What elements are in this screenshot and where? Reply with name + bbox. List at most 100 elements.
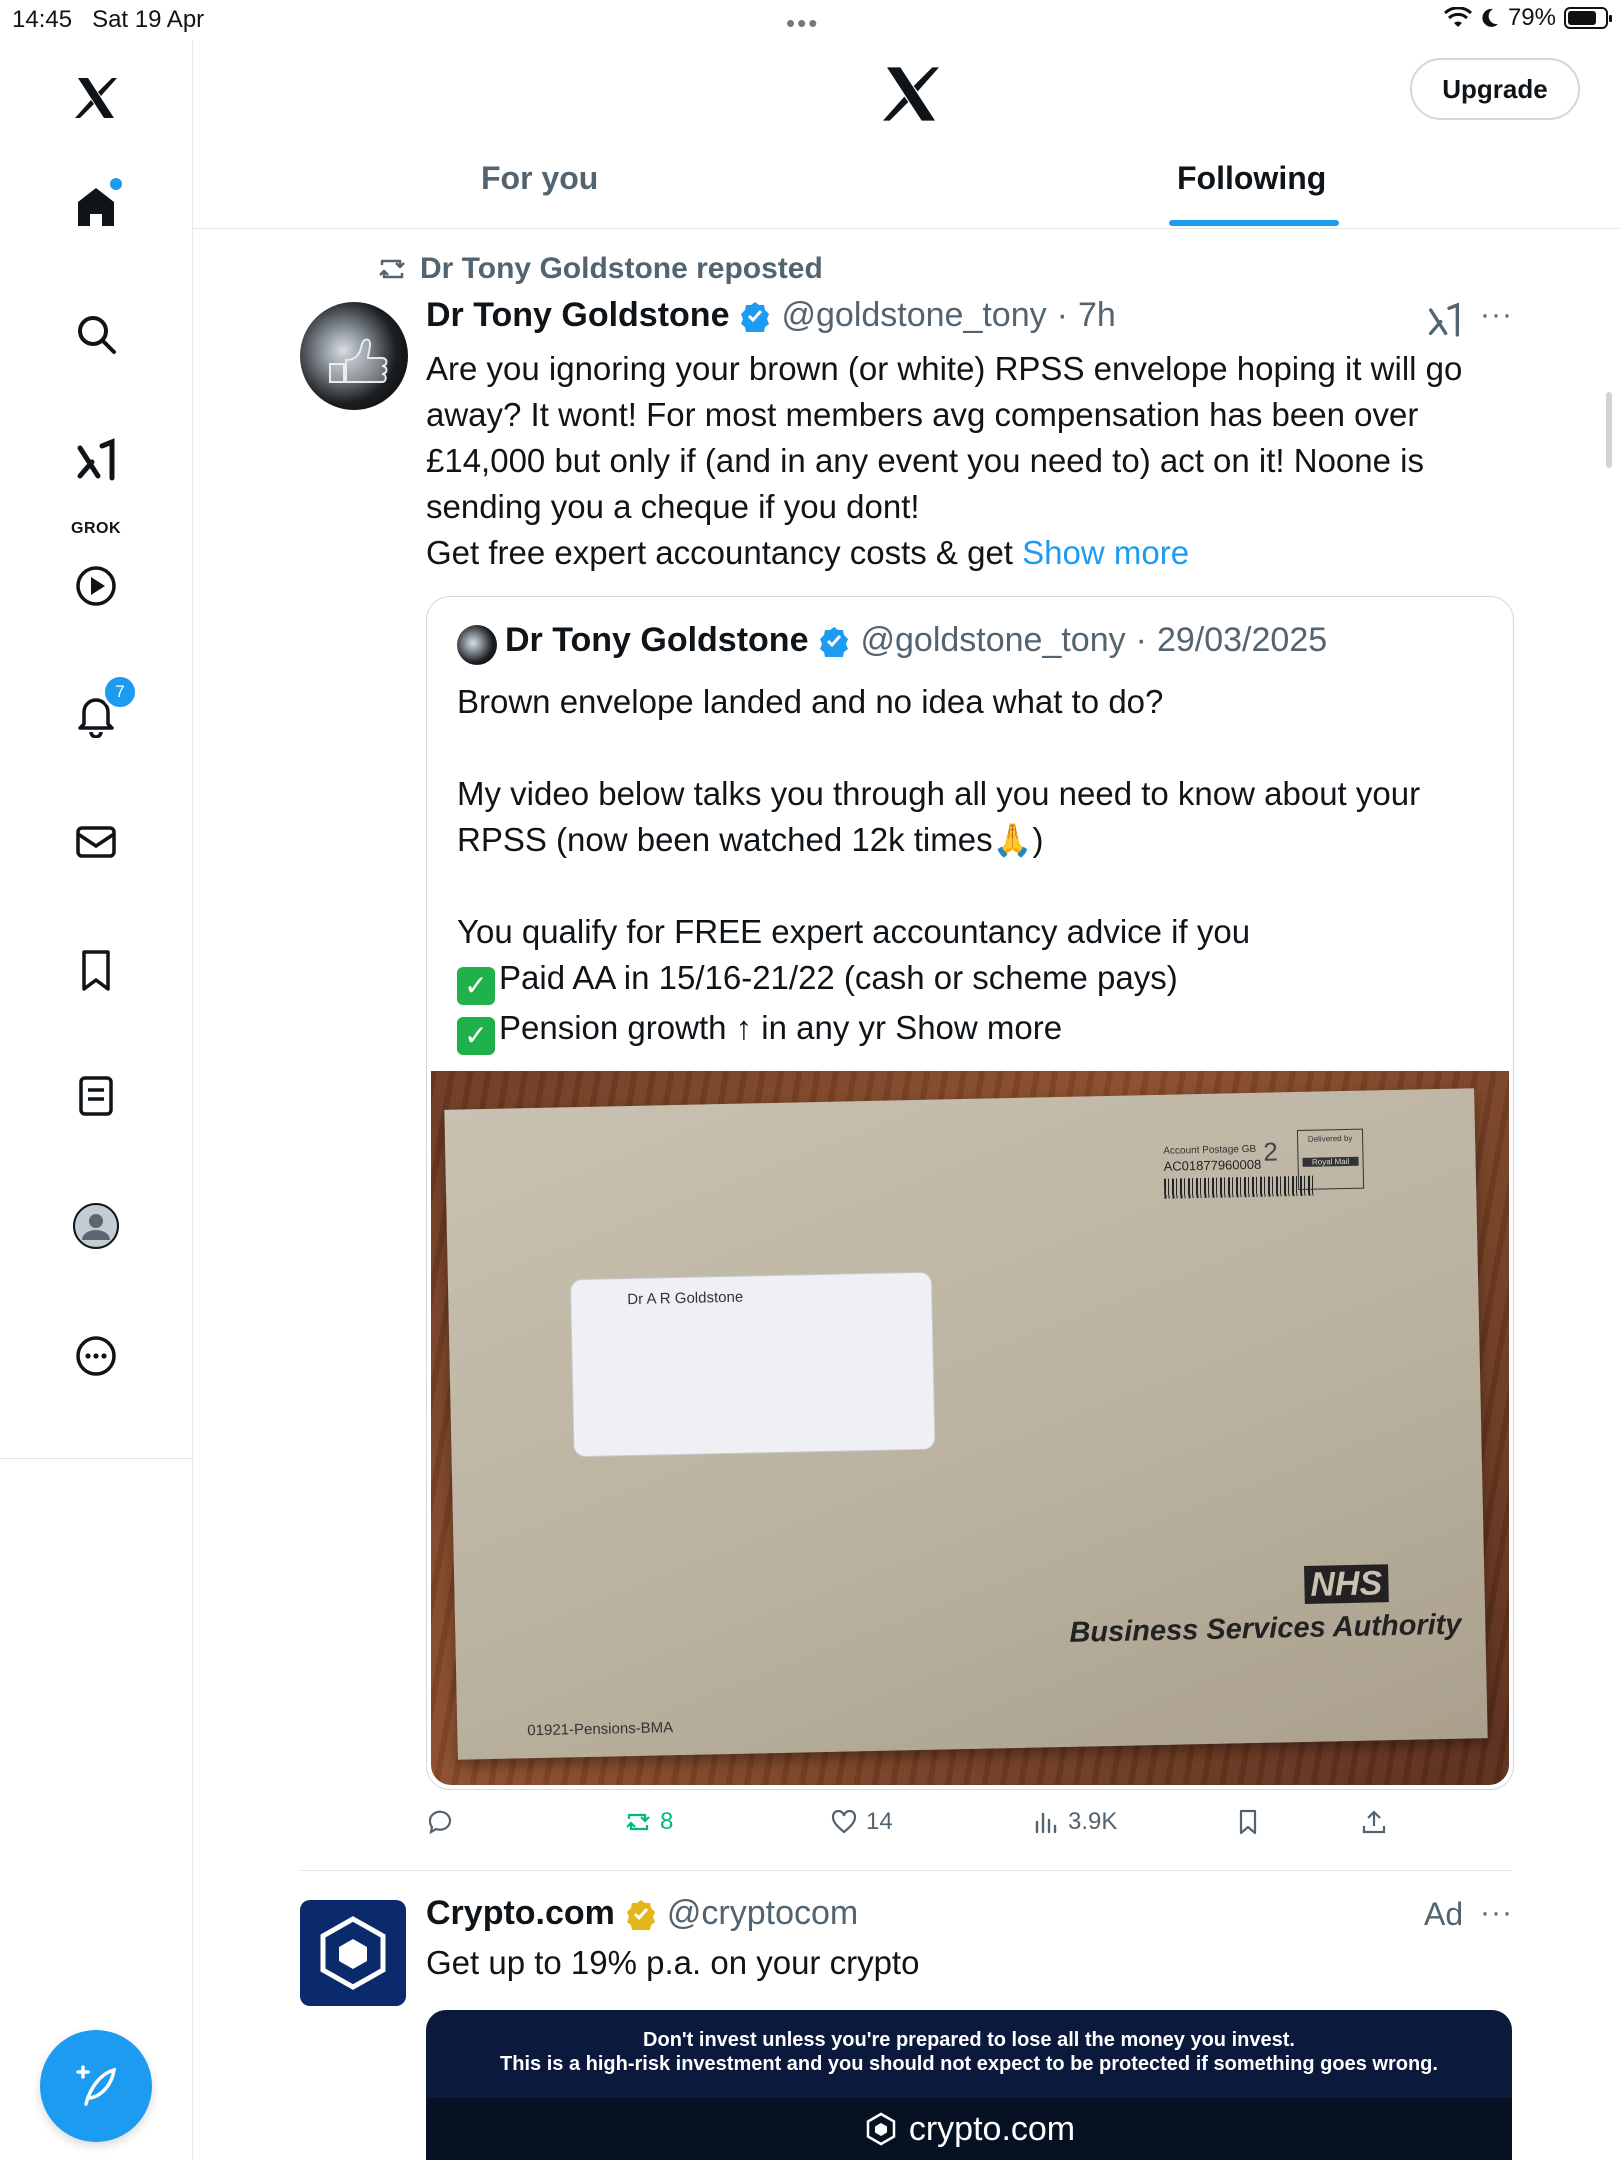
views-button[interactable]: 3.9K [1032, 1808, 1117, 1836]
bookmarks-icon [82, 950, 110, 991]
thumbs-up-xray-image [329, 338, 388, 383]
tweet-divider [300, 1870, 1512, 1871]
quote-line: My video below talks you through all you… [457, 775, 1430, 858]
sidebar-nav: GROK 7 [0, 40, 193, 2160]
repost-icon [379, 259, 405, 279]
x-logo-icon[interactable] [64, 66, 128, 130]
x-logo-icon [883, 67, 939, 121]
quote-text: Brown envelope landed and no idea what t… [457, 679, 1487, 1055]
notifications-badge: 7 [102, 674, 138, 710]
grok-label: GROK [71, 520, 121, 537]
ad-author-name[interactable]: Crypto.com [426, 1894, 615, 1933]
check-mark-icon: ✓ [457, 967, 495, 1005]
show-more-link[interactable]: Show more [1022, 534, 1189, 571]
bookmark-button[interactable] [1234, 1808, 1262, 1836]
moon-icon [1482, 8, 1498, 27]
reply-button[interactable] [426, 1808, 462, 1836]
quote-author-handle: @goldstone_tony [860, 621, 1126, 659]
status-indicators: 79% [1443, 4, 1612, 32]
battery-percent: 79% [1507, 4, 1556, 31]
messages-icon [76, 826, 116, 858]
nhs-logo: NHS [1304, 1564, 1389, 1604]
share-button[interactable] [1360, 1808, 1388, 1836]
quote-line: Brown envelope landed and no idea what t… [457, 683, 1164, 720]
sidebar-item-home[interactable] [64, 174, 128, 238]
active-tab-indicator [1169, 220, 1339, 226]
grok-explain-icon[interactable] [1424, 300, 1464, 340]
profile-icon [73, 1203, 119, 1249]
ad-more-icon[interactable]: ··· [1480, 1896, 1513, 1930]
status-bar: 14:45 Sat 19 Apr ••• 79% [0, 0, 1620, 40]
bsa-text: Business Services Authority [1069, 1608, 1462, 1649]
quote-author-name: Dr Tony Goldstone [505, 621, 809, 659]
search-icon [78, 316, 116, 354]
postage-class: 2 [1263, 1136, 1279, 1167]
sidebar-item-profile[interactable] [64, 1194, 128, 1258]
quote-date: 29/03/2025 [1156, 621, 1328, 659]
verified-badge-icon [820, 626, 849, 657]
repost-count: 8 [660, 1808, 674, 1835]
sidebar-item-grok[interactable] [64, 428, 128, 492]
heart-icon [831, 1809, 857, 1834]
tweet-more-icon[interactable]: ··· [1480, 298, 1513, 332]
tab-following[interactable]: Following [1177, 160, 1326, 197]
tweet-body: Are you ignoring your brown (or white) R… [426, 350, 1463, 571]
video-icon [76, 566, 116, 606]
tweet-time[interactable]: 7h [1078, 296, 1116, 335]
check-mark-icon: ✓ [457, 1017, 495, 1055]
multitasking-dots[interactable]: ••• [786, 8, 819, 39]
status-time: 14:45 Sat 19 Apr [12, 6, 205, 33]
sidebar-item-notifications[interactable]: 7 [64, 674, 138, 746]
quote-line: ) [1032, 821, 1044, 858]
quote-bullet: Pension growth ↑ in any yr Show more [499, 1009, 1063, 1046]
quote-separator: · [1135, 621, 1147, 659]
royal-mail-mark: Delivered by Royal Mail [1296, 1128, 1365, 1190]
risk-warning: Don't invest unless you're prepared to l… [426, 2028, 1512, 2076]
sidebar-item-lists[interactable] [64, 1064, 128, 1128]
quote-bullet: Paid AA in 15/16-21/22 (cash or scheme p… [499, 959, 1178, 996]
repost-icon [626, 1813, 650, 1831]
quote-header: Dr Tony Goldstone @goldstone_tony · 29/0… [505, 621, 1327, 660]
tab-for-you[interactable]: For you [481, 160, 598, 197]
avatar[interactable] [300, 1900, 406, 2006]
author-name[interactable]: Dr Tony Goldstone [426, 296, 729, 335]
verified-badge-icon [741, 301, 770, 332]
sidebar-item-bookmarks[interactable] [64, 938, 128, 1002]
like-button[interactable]: 14 [830, 1808, 893, 1836]
scrollbar[interactable] [1606, 392, 1612, 468]
crypto-com-logo-icon [866, 2112, 896, 2146]
author-handle[interactable]: @goldstone_tony [781, 296, 1046, 335]
envelope-photo[interactable]: Dr A R Goldstone Account Postage GB AC01… [431, 1071, 1509, 1785]
ad-brand-bar: crypto.com [426, 2098, 1512, 2160]
envelope-ref-code: 01921-Pensions-BMA [527, 1719, 674, 1740]
quoted-tweet[interactable]: Dr Tony Goldstone @goldstone_tony · 29/0… [426, 596, 1514, 1790]
upgrade-button[interactable]: Upgrade [1410, 58, 1580, 120]
battery-icon [1564, 7, 1612, 29]
repost-button[interactable]: 8 [624, 1808, 673, 1836]
compose-feather-icon [76, 2065, 117, 2106]
sidebar-divider [0, 1458, 192, 1459]
timeline-header: Upgrade For you Following [193, 40, 1620, 229]
compose-post-button[interactable] [40, 2030, 152, 2142]
ad-media-card[interactable]: Don't invest unless you're prepared to l… [426, 2010, 1512, 2160]
praying-hands-emoji: 🙏 [992, 822, 1033, 858]
quote-line: You qualify for FREE expert accountancy … [457, 913, 1251, 950]
views-chart-icon [1035, 1812, 1057, 1834]
tweet-header: Dr Tony Goldstone @goldstone_tony · 7h [426, 296, 1116, 335]
sidebar-item-video[interactable] [64, 554, 128, 618]
postage-code: AC01877960008 [1163, 1156, 1262, 1174]
sidebar-item-more[interactable] [64, 1324, 128, 1388]
sidebar-item-messages[interactable] [64, 810, 128, 874]
share-icon [1362, 1810, 1386, 1834]
sidebar-item-search[interactable] [64, 302, 128, 366]
risk-warning-line: This is a high-risk investment and you s… [500, 2053, 1438, 2075]
quote-avatar [457, 625, 497, 665]
delivered-by: Delivered by [1307, 1133, 1353, 1144]
royal-mail-text: Royal Mail [1302, 1156, 1359, 1167]
repost-context: Dr Tony Goldstone reposted [376, 252, 823, 286]
meta-separator: · [1056, 296, 1068, 334]
envelope-address: Dr A R Goldstone [627, 1288, 744, 1309]
ad-label: Ad [1424, 1896, 1464, 1932]
ad-author-handle[interactable]: @cryptocom [667, 1894, 858, 1933]
avatar[interactable] [300, 302, 408, 410]
